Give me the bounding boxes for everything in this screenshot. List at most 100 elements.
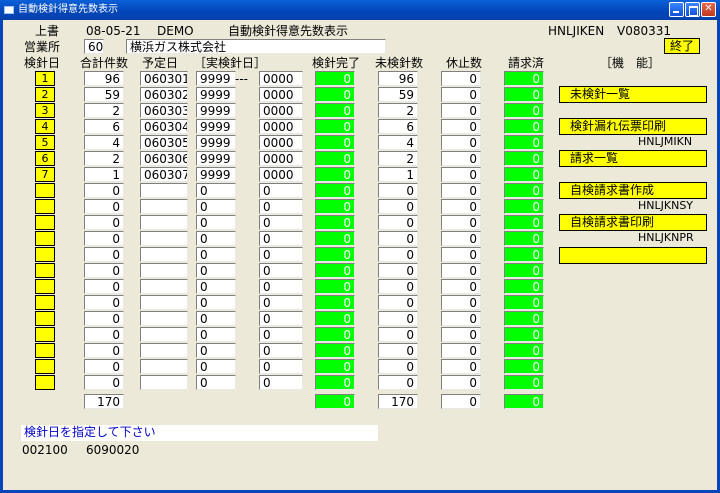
actual-to-cell[interactable]: 0 <box>259 215 303 230</box>
fn-missed-slip-print-button[interactable]: 検針漏れ伝票印刷 <box>559 118 707 135</box>
actual-to-cell[interactable]: 0000 <box>259 151 303 166</box>
actual-to-cell[interactable]: 0000 <box>259 71 303 86</box>
actual-to-cell[interactable]: 0 <box>259 295 303 310</box>
actual-to-cell[interactable]: 0000 <box>259 167 303 182</box>
office-code-field[interactable]: 60 <box>84 39 104 54</box>
day-button[interactable] <box>35 263 55 278</box>
scheduled-cell <box>140 327 188 342</box>
done-cell: 0 <box>315 375 355 390</box>
total-cell: 2 <box>84 103 124 118</box>
day-button[interactable]: 2 <box>35 87 55 102</box>
fn-billing-list-button[interactable]: 請求一覧 <box>559 150 707 167</box>
actual-from-cell[interactable]: 0 <box>196 327 236 342</box>
status-code-2: 6090020 <box>86 443 140 457</box>
scheduled-cell <box>140 263 188 278</box>
day-button[interactable] <box>35 199 55 214</box>
actual-from-cell[interactable]: 0 <box>196 215 236 230</box>
actual-from-cell[interactable]: 9999 <box>196 87 236 102</box>
office-name-field: 横浜ガス株式会社 <box>126 39 386 54</box>
actual-from-cell[interactable]: 0 <box>196 311 236 326</box>
actual-from-cell[interactable]: 9999 <box>196 167 236 182</box>
actual-from-cell[interactable]: 9999 <box>196 135 236 150</box>
total-cell: 0 <box>84 247 124 262</box>
fn-print-invoice-button[interactable]: 自検請求書印刷 <box>559 214 707 231</box>
actual-from-cell[interactable]: 9999 <box>196 151 236 166</box>
actual-to-cell[interactable]: 0000 <box>259 119 303 134</box>
actual-to-cell[interactable]: 0 <box>259 343 303 358</box>
paused-cell: 0 <box>441 279 481 294</box>
actual-from-cell[interactable]: 0 <box>196 279 236 294</box>
day-button[interactable]: 6 <box>35 151 55 166</box>
actual-from-cell[interactable]: 0 <box>196 359 236 374</box>
day-button[interactable] <box>35 279 55 294</box>
day-button[interactable] <box>35 183 55 198</box>
paused-cell: 0 <box>441 87 481 102</box>
done-cell: 0 <box>315 295 355 310</box>
actual-from-cell[interactable]: 0 <box>196 295 236 310</box>
total-cell: 0 <box>84 183 124 198</box>
day-button[interactable]: 4 <box>35 119 55 134</box>
actual-to-cell[interactable]: 0000 <box>259 135 303 150</box>
date-label: 08-05-21 <box>86 24 141 38</box>
paused-cell: 0 <box>441 247 481 262</box>
day-button[interactable] <box>35 311 55 326</box>
actual-from-cell[interactable]: 0 <box>196 183 236 198</box>
fn-unread-list-button[interactable]: 未検針一覧 <box>559 86 707 103</box>
actual-from-cell[interactable]: 0 <box>196 343 236 358</box>
not-done-cell: 0 <box>378 327 418 342</box>
fn-empty-button[interactable] <box>559 247 707 264</box>
day-button[interactable] <box>35 343 55 358</box>
actual-to-cell[interactable]: 0 <box>259 311 303 326</box>
scheduled-cell <box>140 375 188 390</box>
day-button[interactable]: 5 <box>35 135 55 150</box>
actual-to-cell[interactable]: 0 <box>259 375 303 390</box>
day-button[interactable] <box>35 295 55 310</box>
actual-to-cell[interactable]: 0 <box>259 199 303 214</box>
day-button[interactable] <box>35 359 55 374</box>
actual-to-cell[interactable]: 0 <box>259 183 303 198</box>
actual-from-cell[interactable]: 0 <box>196 375 236 390</box>
fn-create-invoice-code: HNLJKNSY <box>638 199 694 212</box>
minimize-button[interactable] <box>669 2 684 17</box>
day-button[interactable] <box>35 327 55 342</box>
done-cell: 0 <box>315 167 355 182</box>
fn-create-invoice-button[interactable]: 自検請求書作成 <box>559 182 707 199</box>
close-button[interactable]: ✕ <box>701 2 716 17</box>
actual-to-cell[interactable]: 0 <box>259 279 303 294</box>
actual-from-cell[interactable]: 9999 <box>196 103 236 118</box>
day-button[interactable] <box>35 215 55 230</box>
actual-from-cell[interactable]: 0 <box>196 199 236 214</box>
not-done-cell: 6 <box>378 119 418 134</box>
done-cell: 0 <box>315 135 355 150</box>
actual-from-cell[interactable]: 9999 <box>196 119 236 134</box>
actual-to-cell[interactable]: 0 <box>259 263 303 278</box>
day-button[interactable] <box>35 247 55 262</box>
scheduled-cell: 060304 <box>140 119 188 134</box>
actual-from-cell[interactable]: 9999 <box>196 71 236 86</box>
actual-to-cell[interactable]: 0000 <box>259 87 303 102</box>
billed-cell: 0 <box>504 151 544 166</box>
actual-to-cell[interactable]: 0 <box>259 247 303 262</box>
day-button[interactable]: 3 <box>35 103 55 118</box>
total-billed: 0 <box>504 394 544 409</box>
actual-to-cell[interactable]: 0 <box>259 359 303 374</box>
col-billed: 請求済 <box>508 56 545 70</box>
actual-to-cell[interactable]: 0000 <box>259 103 303 118</box>
day-button[interactable]: 1 <box>35 71 55 86</box>
day-button[interactable]: 7 <box>35 167 55 182</box>
paused-cell: 0 <box>441 263 481 278</box>
scheduled-cell <box>140 199 188 214</box>
title-bar[interactable]: 自動検針得意先数表示 ✕ <box>0 0 720 20</box>
not-done-cell: 2 <box>378 103 418 118</box>
paused-cell: 0 <box>441 167 481 182</box>
actual-to-cell[interactable]: 0 <box>259 327 303 342</box>
day-button[interactable] <box>35 231 55 246</box>
day-button[interactable] <box>35 375 55 390</box>
total-cell: 4 <box>84 135 124 150</box>
actual-from-cell[interactable]: 0 <box>196 231 236 246</box>
end-button[interactable]: 終了 <box>664 38 700 54</box>
actual-to-cell[interactable]: 0 <box>259 231 303 246</box>
actual-from-cell[interactable]: 0 <box>196 263 236 278</box>
actual-from-cell[interactable]: 0 <box>196 247 236 262</box>
maximize-button[interactable] <box>685 2 700 17</box>
